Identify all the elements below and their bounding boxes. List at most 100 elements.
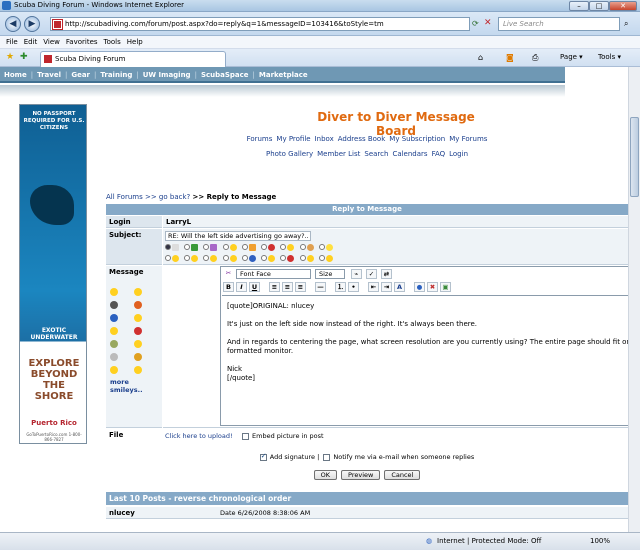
forward-button[interactable]: ▶ bbox=[24, 16, 40, 32]
scrollbar-thumb[interactable] bbox=[630, 117, 639, 197]
nav-marketplace[interactable]: Marketplace bbox=[255, 67, 312, 83]
radio-icon[interactable] bbox=[261, 255, 268, 261]
radio-icon[interactable] bbox=[165, 255, 171, 261]
preview-button[interactable]: Preview bbox=[341, 470, 381, 480]
align-center-icon[interactable]: ≡ bbox=[282, 282, 293, 292]
smiley-icon[interactable] bbox=[134, 327, 142, 335]
smiley-icon[interactable] bbox=[110, 288, 118, 296]
message-icon-row1[interactable] bbox=[165, 243, 336, 253]
radio-icon[interactable] bbox=[261, 244, 268, 250]
radio-icon[interactable] bbox=[299, 255, 306, 261]
zoom-level[interactable]: 100% bbox=[590, 537, 610, 545]
refresh-icon[interactable]: ⟳ bbox=[472, 19, 479, 28]
link-faq[interactable]: FAQ bbox=[432, 150, 446, 158]
nav-training[interactable]: Training bbox=[96, 67, 136, 83]
cancel-button[interactable]: Cancel bbox=[384, 470, 421, 480]
link-my-forums[interactable]: My Forums bbox=[449, 135, 487, 143]
smiley-icon[interactable] bbox=[134, 314, 142, 322]
link-my-subscription[interactable]: My Subscription bbox=[389, 135, 445, 143]
radio-icon[interactable] bbox=[203, 244, 210, 250]
add-favorites-icon[interactable]: ✚ bbox=[20, 52, 28, 62]
smiley-icon[interactable] bbox=[110, 340, 118, 348]
menu-edit[interactable]: Edit bbox=[24, 36, 38, 49]
subject-input[interactable]: RE: Will the left side advertising go aw… bbox=[165, 231, 311, 241]
nav-home[interactable]: Home bbox=[0, 67, 31, 83]
font-face-select[interactable]: Font Face bbox=[236, 269, 311, 279]
more-smileys-link[interactable]: more smileys.. bbox=[110, 378, 162, 394]
link-forums[interactable]: Forums bbox=[247, 135, 273, 143]
breadcrumb-link[interactable]: All Forums >> go back? bbox=[106, 193, 190, 201]
smiley-icon[interactable] bbox=[110, 366, 118, 374]
page-menu[interactable]: Page ▾ bbox=[560, 53, 583, 61]
embed-checkbox[interactable] bbox=[242, 432, 249, 440]
notify-checkbox[interactable] bbox=[323, 453, 331, 461]
smiley-icon[interactable] bbox=[110, 353, 118, 361]
url-field[interactable]: http://scubadiving.com/forum/post.aspx?d… bbox=[50, 17, 470, 31]
back-button[interactable]: ◀ bbox=[5, 16, 21, 32]
smiley-icon[interactable] bbox=[134, 301, 142, 309]
smiley-icon[interactable] bbox=[134, 288, 142, 296]
smiley-icon[interactable] bbox=[110, 314, 118, 322]
radio-icon[interactable] bbox=[241, 244, 248, 250]
menu-help[interactable]: Help bbox=[127, 36, 143, 49]
search-icon[interactable]: ⌕ bbox=[624, 19, 628, 29]
horizontal-rule-icon[interactable]: — bbox=[315, 282, 326, 292]
nav-travel[interactable]: Travel bbox=[33, 67, 65, 83]
radio-icon[interactable] bbox=[203, 255, 210, 261]
link-my-profile[interactable]: My Profile bbox=[276, 135, 310, 143]
menu-tools[interactable]: Tools bbox=[104, 36, 121, 49]
align-left-icon[interactable]: ≡ bbox=[269, 282, 280, 292]
radio-icon[interactable] bbox=[165, 244, 171, 250]
favorites-star-icon[interactable]: ★ bbox=[6, 52, 14, 62]
indent-icon[interactable]: ⇥ bbox=[381, 282, 392, 292]
image-icon[interactable]: ▣ bbox=[440, 282, 451, 292]
bullet-list-icon[interactable]: • bbox=[348, 282, 359, 292]
radio-icon[interactable] bbox=[184, 244, 191, 250]
nav-scubaspace[interactable]: ScubaSpace bbox=[197, 67, 253, 83]
hyperlink-icon[interactable]: ● bbox=[414, 282, 425, 292]
underline-button[interactable]: U bbox=[249, 282, 260, 292]
smiley-icon[interactable] bbox=[134, 366, 142, 374]
vertical-scrollbar[interactable] bbox=[628, 67, 640, 532]
close-window-button[interactable]: ✕ bbox=[609, 1, 637, 11]
menu-favorites[interactable]: Favorites bbox=[66, 36, 98, 49]
minimize-button[interactable]: – bbox=[569, 1, 589, 11]
live-search-input[interactable]: Live Search bbox=[498, 17, 620, 31]
italic-button[interactable]: I bbox=[236, 282, 247, 292]
align-right-icon[interactable]: ≡ bbox=[295, 282, 306, 292]
radio-icon[interactable] bbox=[318, 244, 325, 250]
menu-view[interactable]: View bbox=[43, 36, 60, 49]
unlink-icon[interactable]: ✖ bbox=[427, 282, 438, 292]
font-size-select[interactable]: Size bbox=[315, 269, 345, 279]
nav-gear[interactable]: Gear bbox=[67, 67, 94, 83]
spellcheck-icon[interactable]: ✓ bbox=[366, 269, 377, 279]
link-icon[interactable]: ⌁ bbox=[351, 269, 362, 279]
link-member-list[interactable]: Member List bbox=[317, 150, 360, 158]
outdent-icon[interactable]: ⇤ bbox=[368, 282, 379, 292]
message-textarea[interactable]: [quote]ORIGINAL: nlucey It's just on the… bbox=[222, 295, 628, 425]
tab-scuba-forum[interactable]: Scuba Diving Forum bbox=[40, 51, 226, 67]
radio-icon[interactable] bbox=[184, 255, 191, 261]
menu-file[interactable]: File bbox=[6, 36, 18, 49]
radio-icon[interactable] bbox=[299, 244, 306, 250]
link-address-book[interactable]: Address Book bbox=[338, 135, 386, 143]
print-icon[interactable]: ⎙ bbox=[532, 53, 538, 63]
numbered-list-icon[interactable]: ⒈ bbox=[335, 282, 346, 292]
puerto-rico-ad[interactable]: NO PASSPORT REQUIRED FOR U.S. CITIZENS E… bbox=[19, 104, 87, 444]
maximize-button[interactable]: □ bbox=[589, 1, 609, 11]
link-search[interactable]: Search bbox=[364, 150, 388, 158]
home-icon[interactable]: ⌂ bbox=[478, 53, 483, 62]
stop-icon[interactable]: ✕ bbox=[484, 18, 492, 28]
smiley-icon[interactable] bbox=[134, 340, 142, 348]
radio-icon[interactable] bbox=[280, 244, 287, 250]
nav-uw-imaging[interactable]: UW Imaging bbox=[139, 67, 195, 83]
link-calendars[interactable]: Calendars bbox=[392, 150, 427, 158]
radio-icon[interactable] bbox=[318, 255, 325, 261]
add-signature-checkbox[interactable] bbox=[259, 452, 267, 461]
smiley-icon[interactable] bbox=[110, 301, 118, 309]
link-photo-gallery[interactable]: Photo Gallery bbox=[266, 150, 313, 158]
bold-button[interactable]: B bbox=[223, 282, 234, 292]
radio-icon[interactable] bbox=[222, 255, 229, 261]
radio-icon[interactable] bbox=[241, 255, 248, 261]
embed-option[interactable]: Embed picture in post bbox=[242, 432, 324, 440]
